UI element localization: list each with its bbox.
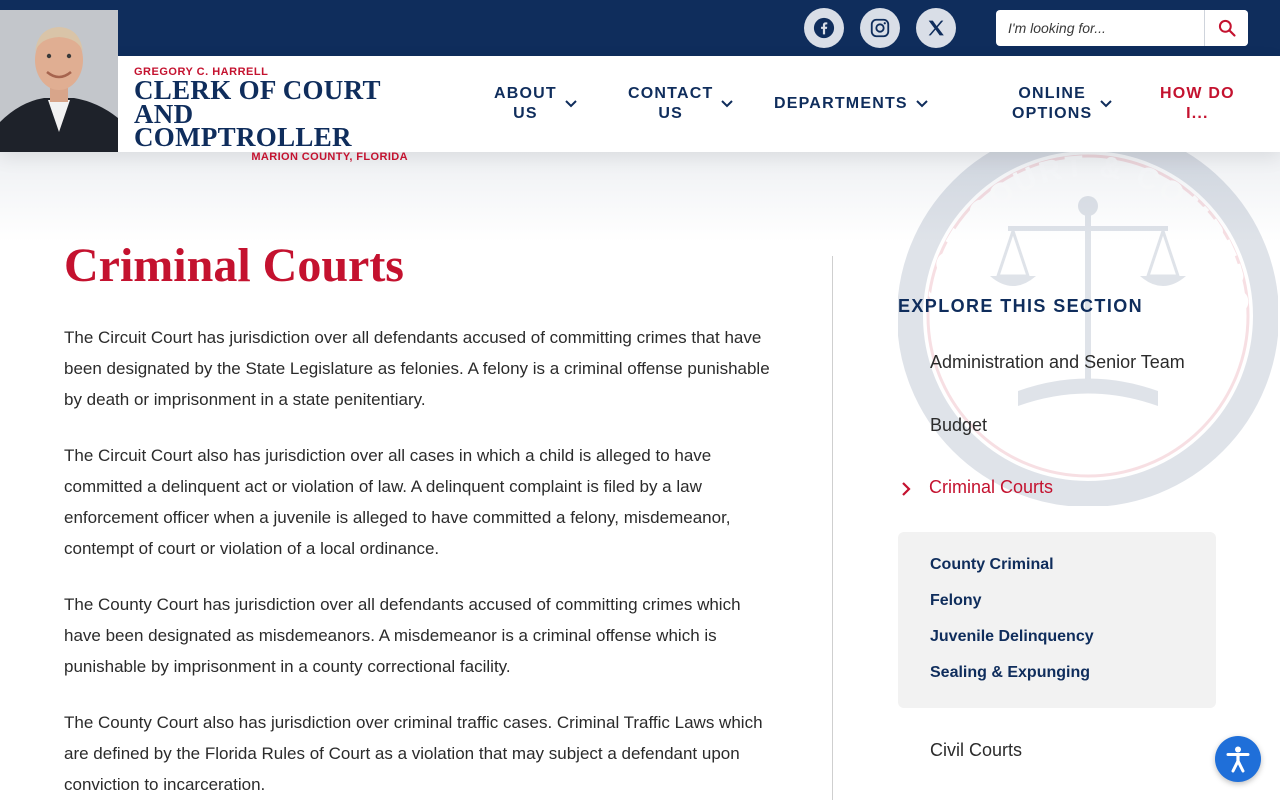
instagram-link[interactable] — [860, 8, 900, 48]
logo-title-line-2: AND COMPTROLLER — [134, 99, 352, 152]
search-icon — [1218, 19, 1236, 37]
sidebar-submenu: County Criminal Felony Juvenile Delinque… — [898, 532, 1216, 708]
chevron-down-icon — [721, 100, 734, 108]
x-link[interactable] — [916, 8, 956, 48]
sidebar-item-criminal-courts[interactable]: Criminal Courts — [929, 477, 1053, 498]
sidebar-heading: EXPLORE THIS SECTION — [898, 296, 1144, 316]
nav-about-us[interactable]: ABOUT US — [494, 56, 577, 152]
nav-online-options-line2: OPTIONS — [1012, 105, 1093, 122]
paragraph-county-traffic: The County Court also has jurisdiction o… — [64, 713, 763, 794]
x-icon — [928, 20, 944, 36]
top-bar — [0, 0, 1280, 56]
nav-how-do-i-line1: HOW DO — [1160, 85, 1235, 102]
nav-how-do-i[interactable]: HOW DO I... — [1160, 56, 1235, 152]
submenu-county-criminal[interactable]: County Criminal — [930, 556, 1054, 574]
submenu-juvenile-delinquency[interactable]: Juvenile Delinquency — [930, 628, 1094, 646]
search-box — [996, 10, 1248, 46]
nav-contact-us[interactable]: CONTACT US — [628, 56, 734, 152]
chevron-down-icon — [1100, 100, 1113, 108]
nav-contact-us-line2: US — [658, 105, 684, 122]
paragraph-county-misdemeanors: The County Court has jurisdiction over a… — [64, 595, 741, 676]
nav-about-us-line1: ABOUT — [494, 85, 557, 102]
clerk-portrait — [0, 10, 118, 152]
sidebar-item-budget[interactable]: Budget — [930, 415, 987, 436]
nav-contact-us-line1: CONTACT — [628, 85, 714, 102]
nav-online-options[interactable]: ONLINE OPTIONS — [1012, 56, 1113, 152]
page-title: Criminal Courts — [64, 239, 404, 292]
nav-online-options-line1: ONLINE — [1018, 85, 1087, 102]
main-content: Criminal Courts The Circuit Court has ju… — [64, 238, 774, 800]
search-button[interactable] — [1204, 10, 1248, 46]
paragraph-circuit-felonies: The Circuit Court has jurisdiction over … — [64, 328, 770, 409]
nav-how-do-i-line2: I... — [1186, 105, 1209, 122]
site-logo[interactable]: GREGORY C. HARRELL CLERK OF COURT AND CO… — [134, 66, 414, 163]
content-divider — [832, 256, 833, 800]
accessibility-button[interactable] — [1215, 736, 1261, 782]
site-header: GREGORY C. HARRELL CLERK OF COURT AND CO… — [0, 10, 1280, 163]
search-input[interactable] — [996, 10, 1204, 46]
accessibility-icon — [1226, 746, 1250, 773]
submenu-sealing-expunging[interactable]: Sealing & Expunging — [930, 664, 1090, 682]
nav-departments-label: DEPARTMENTS — [774, 95, 908, 112]
logo-county: MARION COUNTY, FLORIDA — [251, 151, 408, 163]
instagram-icon — [870, 18, 890, 38]
chevron-right-icon — [900, 481, 912, 502]
facebook-link[interactable] — [804, 8, 844, 48]
sidebar-item-administration[interactable]: Administration and Senior Team — [930, 352, 1185, 373]
nav-departments[interactable]: DEPARTMENTS — [774, 56, 928, 152]
facebook-icon — [813, 17, 835, 39]
submenu-felony[interactable]: Felony — [930, 592, 982, 610]
sidebar-item-civil-courts[interactable]: Civil Courts — [930, 740, 1022, 761]
paragraph-circuit-juvenile: The Circuit Court also has jurisdiction … — [64, 446, 731, 558]
chevron-down-icon — [916, 100, 928, 108]
nav-about-us-line2: US — [513, 105, 538, 122]
chevron-down-icon — [565, 100, 577, 108]
